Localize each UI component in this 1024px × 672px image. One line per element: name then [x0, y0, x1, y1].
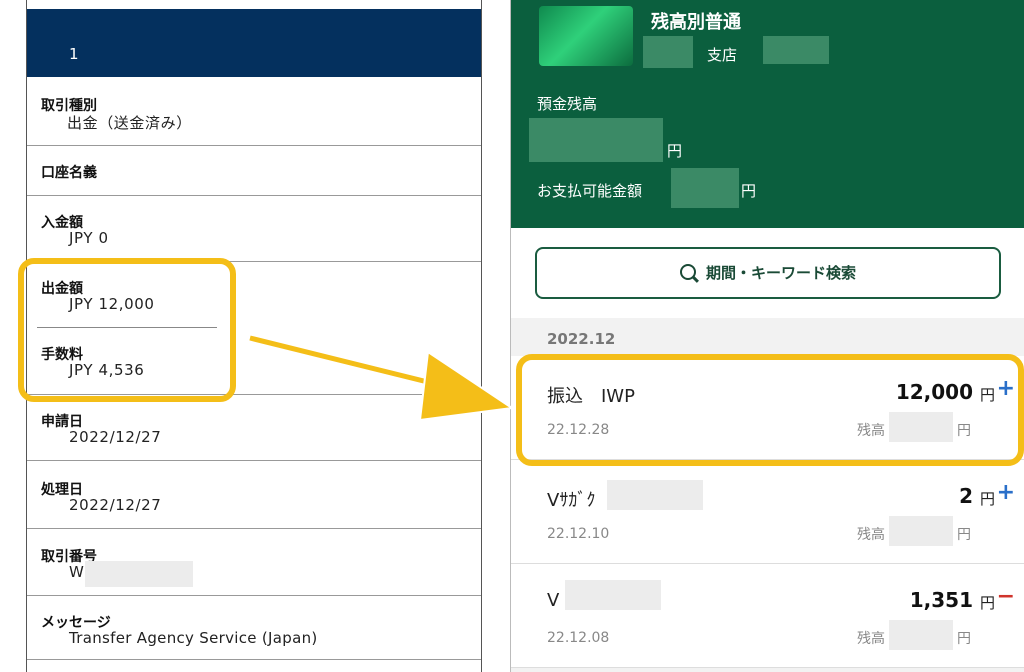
redaction-mask	[565, 580, 661, 610]
deposit-balance-label: 預金残高	[537, 95, 598, 113]
transaction-amount: 1,351	[909, 588, 973, 612]
bank-card-thumbnail	[539, 6, 633, 66]
redaction-mask	[85, 561, 193, 587]
transaction-amount-unit: 円	[979, 490, 995, 508]
period-keyword-search-button[interactable]: 期間・キーワード検索	[535, 247, 1001, 299]
redaction-mask	[643, 36, 693, 68]
balance-unit: 円	[957, 631, 971, 647]
detail-header-number: 1	[69, 45, 79, 63]
row-transaction-type: 取引種別 出金（送金済み）	[27, 77, 481, 146]
detail-header-bar: 1	[27, 9, 481, 77]
transaction-item[interactable]: 振込 IWP 22.12.28 12,000 円 + 残高 円	[511, 356, 1024, 460]
row-processing-date: 処理日 2022/12/27	[27, 461, 481, 529]
minus-icon: −	[996, 584, 1015, 609]
transaction-amount: 2	[959, 484, 973, 508]
value-transaction-type: 出金（送金済み）	[67, 114, 192, 132]
value-processing-date: 2022/12/27	[69, 496, 162, 514]
available-amount-label: お支払可能金額	[537, 182, 643, 200]
redaction-mask	[889, 412, 953, 442]
transaction-item[interactable]: Vｻｶﾞｸ 22.12.10 2 円 + 残高 円	[511, 460, 1024, 564]
transaction-item[interactable]: V 22.12.08 1,351 円 − 残高 円	[511, 564, 1024, 668]
search-button-label: 期間・キーワード検索	[705, 264, 856, 282]
redaction-mask	[889, 620, 953, 650]
row-message: メッセージ Transfer Agency Service (Japan)	[27, 596, 481, 660]
account-type: 残高別普通	[651, 12, 741, 33]
plus-icon: +	[996, 480, 1015, 505]
row-withdrawal-and-fee: 出金額 JPY 12,000 手数料 JPY 4,536	[27, 262, 481, 395]
value-deposit-amount: JPY 0	[69, 229, 109, 247]
transaction-amount-unit: 円	[979, 594, 995, 612]
balance-label: 残高	[857, 527, 885, 543]
row-transaction-number: 取引番号 W	[27, 529, 481, 596]
value-message: Transfer Agency Service (Japan)	[69, 629, 318, 647]
row-deposit-amount: 入金額 JPY 0	[27, 196, 481, 262]
label-account-holder: 口座名義	[41, 165, 97, 181]
balance-unit: 円	[957, 423, 971, 439]
transaction-name: 振込 IWP	[547, 386, 635, 407]
value-application-date: 2022/12/27	[69, 428, 162, 446]
transaction-date: 22.12.10	[547, 526, 610, 542]
transaction-date: 22.12.08	[547, 630, 610, 646]
month-header: 2022.12	[547, 330, 616, 348]
transaction-detail-panel: 1 取引種別 出金（送金済み） 口座名義 入金額 JPY 0 出金額 JPY 1…	[26, 0, 482, 672]
balance-label: 残高	[857, 631, 885, 647]
value-transaction-number: W	[69, 563, 85, 581]
account-header: 残高別普通 支店 預金残高 円 お支払可能金額 円	[511, 0, 1024, 228]
transaction-date: 22.12.28	[547, 422, 610, 438]
transaction-amount: 12,000	[895, 380, 973, 404]
redaction-mask	[607, 480, 703, 510]
redaction-mask	[889, 516, 953, 546]
row-application-date: 申請日 2022/12/27	[27, 395, 481, 461]
branch-suffix: 支店	[707, 46, 738, 64]
balance-label: 残高	[857, 423, 885, 439]
search-area: 期間・キーワード検索	[511, 228, 1024, 318]
redaction-mask	[763, 36, 829, 64]
transaction-name: Vｻｶﾞｸ	[547, 490, 596, 511]
value-withdrawal-amount: JPY 12,000	[69, 295, 155, 313]
search-icon	[679, 263, 696, 280]
value-fee: JPY 4,536	[69, 361, 145, 379]
redaction-mask	[671, 168, 739, 208]
redaction-mask	[529, 118, 663, 162]
balance-unit: 円	[957, 527, 971, 543]
bank-app-panel: 残高別普通 支店 預金残高 円 お支払可能金額 円 期間・キーワード検索 202…	[510, 0, 1024, 672]
row-account-holder: 口座名義	[27, 146, 481, 196]
transaction-name: V	[547, 590, 560, 611]
available-amount-unit: 円	[741, 182, 757, 200]
divider	[37, 327, 217, 328]
deposit-balance-unit: 円	[667, 142, 683, 160]
plus-icon: +	[996, 376, 1015, 401]
transaction-amount-unit: 円	[979, 386, 995, 404]
